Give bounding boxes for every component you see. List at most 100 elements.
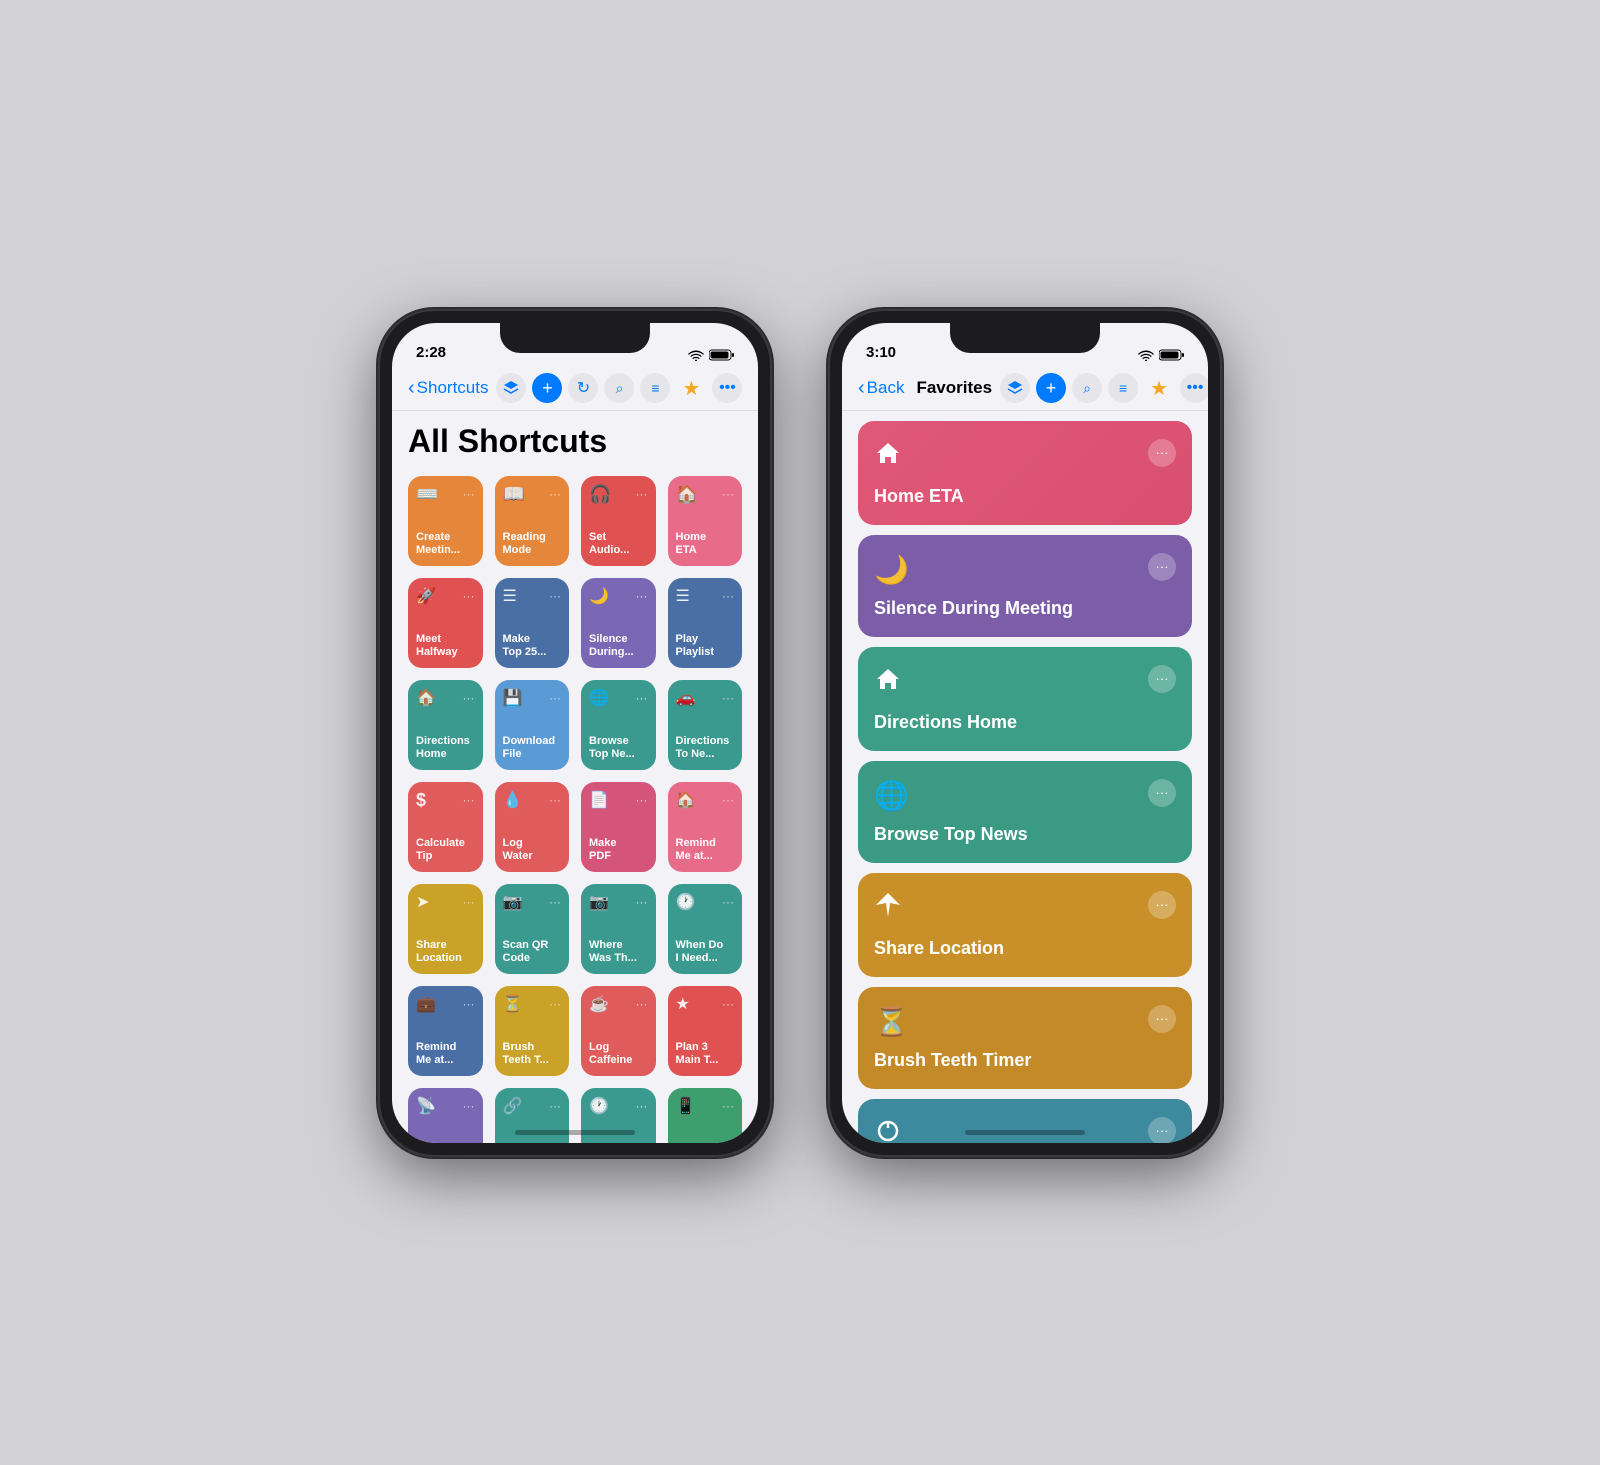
tile-download-file[interactable]: 💾 ··· DownloadFile [495, 680, 570, 770]
tile-label-make-pdf: MakePDF [589, 837, 617, 863]
tile-dots-26[interactable]: ··· [549, 1099, 561, 1113]
search-btn[interactable]: ⌕ [604, 373, 634, 403]
tile-dots-16[interactable]: ··· [722, 793, 734, 807]
tile-label-brush-teeth: BrushTeeth T... [503, 1041, 549, 1067]
add-btn-2[interactable]: + [1036, 373, 1066, 403]
fav-home-eta[interactable]: ··· Home ETA [858, 421, 1192, 525]
favorites-list[interactable]: ··· Home ETA 🌙 ··· Silence During Meetin… [842, 411, 1208, 1143]
tile-dots-9[interactable]: ··· [463, 691, 475, 705]
tile-remind-me-at[interactable]: 🏠 ··· RemindMe at... [668, 782, 743, 872]
fav-wake-apple-tv[interactable]: ··· Wake Apple TV ⌄ [858, 1099, 1192, 1143]
tile-icon-save: 💾 [503, 688, 523, 708]
fav-browse-top-news[interactable]: 🌐 ··· Browse Top News [858, 761, 1192, 863]
refresh-btn[interactable]: ↻ [568, 373, 598, 403]
tile-dots-10[interactable]: ··· [549, 691, 561, 705]
tile-make-top25[interactable]: ☰ ··· MakeTop 25... [495, 578, 570, 668]
tile-play-playlist[interactable]: ☰ ··· PlayPlaylist [668, 578, 743, 668]
tile-label-where-was-th: WhereWas Th... [589, 939, 637, 965]
fav-directions-home[interactable]: ··· Directions Home [858, 647, 1192, 751]
tile-dots-13[interactable]: ··· [463, 793, 475, 807]
tile-dots-2[interactable]: ··· [549, 487, 561, 501]
tile-reading-mode[interactable]: 📖 ··· ReadingMode [495, 476, 570, 566]
tile-when-do-i[interactable]: 🕐 ··· When DoI Need... [668, 884, 743, 974]
tile-open-app-on[interactable]: 📱 ··· OpenApp on... [668, 1088, 743, 1143]
tile-dots-19[interactable]: ··· [636, 895, 648, 909]
fav-brush-teeth[interactable]: ⏳ ··· Brush Teeth Timer [858, 987, 1192, 1089]
tile-remind-me-at2[interactable]: 💼 ··· RemindMe at... [408, 986, 483, 1076]
filter-btn[interactable]: ≡ [640, 373, 670, 403]
tile-dots-1[interactable]: ··· [463, 487, 475, 501]
back-label[interactable]: Shortcuts [417, 378, 489, 398]
filter-btn-2[interactable]: ≡ [1108, 373, 1138, 403]
tile-dots-24[interactable]: ··· [722, 997, 734, 1011]
tile-where-was-th[interactable]: 📷 ··· WhereWas Th... [581, 884, 656, 974]
tile-dots-20[interactable]: ··· [722, 895, 734, 909]
star-btn-2[interactable]: ★ [1144, 373, 1174, 403]
tile-dots-27[interactable]: ··· [636, 1099, 648, 1113]
tile-top-stories[interactable]: 📡 ··· TopStories... [408, 1088, 483, 1143]
tile-log-caffeine[interactable]: ☕ ··· LogCaffeine [581, 986, 656, 1076]
tile-dots-17[interactable]: ··· [463, 895, 475, 909]
tile-dots-4[interactable]: ··· [722, 487, 734, 501]
tile-share-location[interactable]: ➤ ··· ShareLocation [408, 884, 483, 974]
tile-dots-15[interactable]: ··· [636, 793, 648, 807]
tile-dots-5[interactable]: ··· [463, 589, 475, 603]
tile-dots-3[interactable]: ··· [636, 487, 648, 501]
fav-icon-globe: 🌐 [874, 779, 909, 812]
status-time-1: 2:28 [416, 344, 446, 361]
tile-silence-during[interactable]: 🌙 ··· SilenceDuring... [581, 578, 656, 668]
tile-label-when-do-i: When DoI Need... [676, 939, 724, 965]
layers-btn[interactable] [496, 373, 526, 403]
fav-dots-2[interactable]: ··· [1148, 553, 1176, 581]
nav-icons-1: + ↻ ⌕ ≡ ★ ••• [496, 373, 742, 403]
tile-dots-22[interactable]: ··· [549, 997, 561, 1011]
search-icon: ⌕ [616, 380, 624, 397]
tile-scan-qr[interactable]: 📷 ··· Scan QRCode [495, 884, 570, 974]
tile-dots-6[interactable]: ··· [549, 589, 561, 603]
tile-dots-12[interactable]: ··· [722, 691, 734, 705]
nav-back-2[interactable]: ‹ Back [858, 377, 904, 400]
tile-directions-to-ne[interactable]: 🚗 ··· DirectionsTo Ne... [668, 680, 743, 770]
tile-set-audio[interactable]: 🎧 ··· SetAudio... [581, 476, 656, 566]
tile-dots-14[interactable]: ··· [549, 793, 561, 807]
layers-btn-2[interactable] [1000, 373, 1030, 403]
fav-dots-7[interactable]: ··· [1148, 1117, 1176, 1143]
tile-make-pdf[interactable]: 📄 ··· MakePDF [581, 782, 656, 872]
fav-share-location[interactable]: ··· Share Location [858, 873, 1192, 977]
tile-dots-7[interactable]: ··· [636, 589, 648, 603]
tile-dots-21[interactable]: ··· [463, 997, 475, 1011]
more-btn-1[interactable]: ••• [712, 373, 742, 403]
plus-icon-2: + [1046, 379, 1057, 397]
add-btn[interactable]: + [532, 373, 562, 403]
star-btn[interactable]: ★ [676, 373, 706, 403]
tile-icon-coffee: ☕ [589, 994, 609, 1014]
tile-directions-home[interactable]: 🏠 ··· DirectionsHome [408, 680, 483, 770]
tile-log-water[interactable]: 💧 ··· LogWater [495, 782, 570, 872]
tile-dots-11[interactable]: ··· [636, 691, 648, 705]
tile-home-eta[interactable]: 🏠 ··· HomeETA [668, 476, 743, 566]
tile-plan-3-main[interactable]: ★ ··· Plan 3Main T... [668, 986, 743, 1076]
fav-dots-3[interactable]: ··· [1148, 665, 1176, 693]
screen-content-1[interactable]: All Shortcuts ⌨️ ··· CreateMeetin... 📖 ·… [392, 411, 758, 1143]
fav-dots-1[interactable]: ··· [1148, 439, 1176, 467]
fav-silence-during[interactable]: 🌙 ··· Silence During Meeting [858, 535, 1192, 637]
tile-calculate-tip[interactable]: $ ··· CalculateTip [408, 782, 483, 872]
tile-icon-camera: 📷 [503, 892, 523, 912]
more-btn-2[interactable]: ••• [1180, 373, 1208, 403]
fav-dots-5[interactable]: ··· [1148, 891, 1176, 919]
nav-back-1[interactable]: ‹ Shortcuts [408, 377, 488, 400]
tile-meet-halfway[interactable]: 🚀 ··· MeetHalfway [408, 578, 483, 668]
fav-dots-4[interactable]: ··· [1148, 779, 1176, 807]
tile-dots-23[interactable]: ··· [636, 997, 648, 1011]
tile-dots-25[interactable]: ··· [463, 1099, 475, 1113]
tile-create-meeting[interactable]: ⌨️ ··· CreateMeetin... [408, 476, 483, 566]
tile-browse-top-news[interactable]: 🌐 ··· BrowseTop Ne... [581, 680, 656, 770]
tile-dots-18[interactable]: ··· [549, 895, 561, 909]
tile-dots-28[interactable]: ··· [722, 1099, 734, 1113]
tile-brush-teeth[interactable]: ⏳ ··· BrushTeeth T... [495, 986, 570, 1076]
tile-icon-rss: 📡 [416, 1096, 436, 1116]
tile-dots-8[interactable]: ··· [722, 589, 734, 603]
fav-dots-6[interactable]: ··· [1148, 1005, 1176, 1033]
search-btn-2[interactable]: ⌕ [1072, 373, 1102, 403]
back-label-2[interactable]: Back [867, 378, 905, 398]
